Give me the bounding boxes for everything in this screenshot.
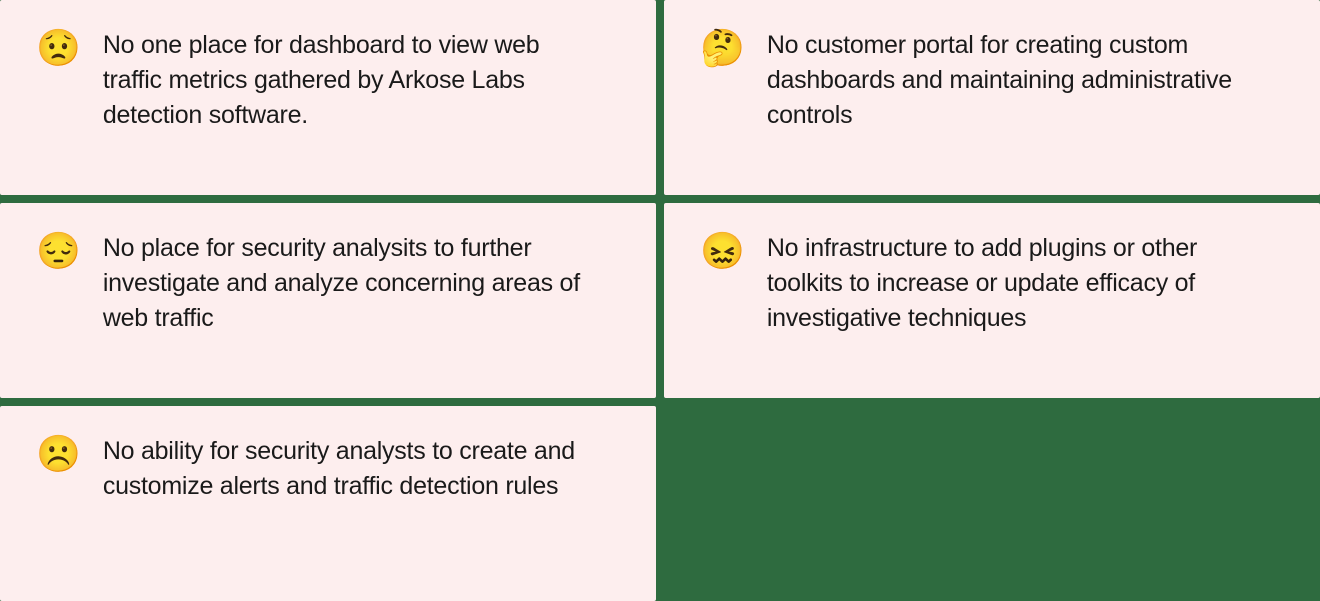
problem-card: 😖 No infrastructure to add plugins or ot… [664,203,1320,398]
problem-grid: 😟 No one place for dashboard to view web… [0,0,1320,601]
problem-card: ☹️ No ability for security analysts to c… [0,406,656,601]
problem-card: 😟 No one place for dashboard to view web… [0,0,656,195]
confounded-face-icon: 😖 [700,233,745,269]
empty-cell [664,406,1320,601]
thinking-face-icon: 🤔 [700,30,745,66]
pensive-face-icon: 😔 [36,233,81,269]
problem-text: No one place for dashboard to view web t… [103,28,583,133]
problem-card: 🤔 No customer portal for creating custom… [664,0,1320,195]
problem-text: No infrastructure to add plugins or othe… [767,231,1247,336]
frowning-face-icon: ☹️ [36,436,81,472]
problem-card: 😔 No place for security analysits to fur… [0,203,656,398]
problem-text: No place for security analysits to furth… [103,231,583,336]
problem-text: No customer portal for creating custom d… [767,28,1247,133]
worried-face-icon: 😟 [36,30,81,66]
problem-text: No ability for security analysts to crea… [103,434,583,504]
